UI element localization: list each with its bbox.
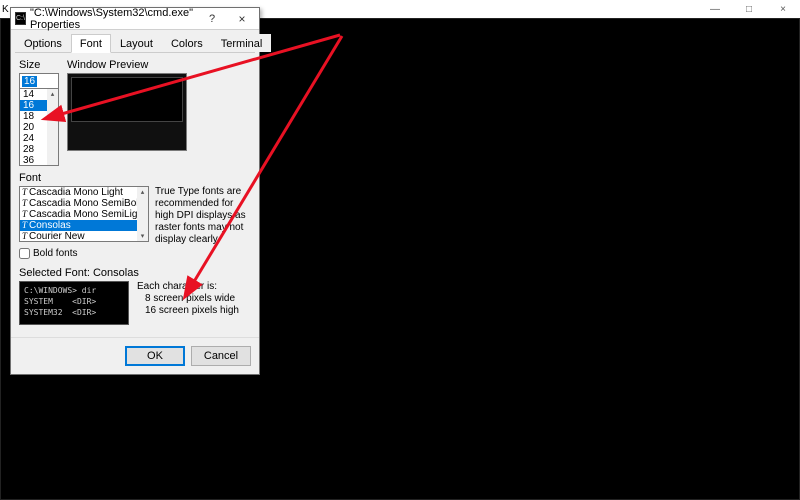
dialog-title: "C:\Windows\System32\cmd.exe" Properties (30, 7, 197, 31)
char-height: 16 screen pixels high (137, 305, 239, 317)
font-option[interactable]: TConsolas (20, 220, 148, 231)
ok-button[interactable]: OK (125, 346, 185, 366)
dialog-close-button[interactable]: × (227, 8, 257, 30)
size-combo[interactable]: 16 (19, 73, 59, 89)
tab-font[interactable]: Font (71, 34, 111, 53)
size-list[interactable]: 14 16 18 20 24 28 36 ▴ (19, 88, 59, 166)
scroll-down-icon[interactable]: ▾ (137, 231, 148, 241)
size-label: Size (19, 59, 59, 71)
scroll-up-icon[interactable]: ▴ (47, 89, 58, 99)
cmd-icon: C:\ (15, 12, 26, 25)
selected-font-label: Selected Font: Consolas (19, 267, 251, 279)
font-option[interactable]: TCascadia Mono Light (20, 187, 148, 198)
selected-font-group: Selected Font: Consolas C:\WINDOWS> dir … (19, 267, 251, 325)
preview-label: Window Preview (67, 59, 251, 71)
host-title-marker: K (2, 4, 9, 15)
close-button[interactable]: × (766, 0, 800, 18)
window-preview-inner (71, 77, 183, 122)
minimize-button[interactable]: — (698, 0, 732, 18)
truetype-icon: T (22, 231, 27, 242)
font-label: Font (19, 172, 251, 184)
truetype-icon: T (22, 209, 27, 220)
window-preview (67, 73, 187, 151)
bold-fonts-checkbox[interactable] (19, 248, 30, 259)
scroll-up-icon[interactable]: ▴ (137, 187, 148, 197)
truetype-icon: T (22, 198, 27, 209)
size-current-value: 16 (22, 76, 37, 87)
bold-fonts-label: Bold fonts (33, 248, 77, 259)
host-window-controls: — □ × (698, 0, 800, 18)
font-scrollbar[interactable]: ▴ ▾ (137, 187, 148, 241)
preview-group: Window Preview (67, 59, 251, 166)
truetype-icon: T (22, 220, 27, 231)
font-option[interactable]: TCascadia Mono SemiBold (20, 198, 148, 209)
dialog-buttons: OK Cancel (11, 337, 259, 374)
tab-layout[interactable]: Layout (111, 34, 162, 52)
char-info-header: Each character is: (137, 281, 239, 293)
size-scrollbar[interactable]: ▴ (47, 89, 58, 165)
font-group: Font TCascadia Mono Light TCascadia Mono… (19, 172, 251, 259)
char-info: Each character is: 8 screen pixels wide … (137, 281, 239, 325)
dialog-help-button[interactable]: ? (197, 8, 227, 30)
tab-colors[interactable]: Colors (162, 34, 212, 52)
tab-terminal[interactable]: Terminal (212, 34, 272, 52)
char-width: 8 screen pixels wide (137, 293, 239, 305)
font-option[interactable]: TCourier New (20, 231, 148, 242)
size-group: Size 16 14 16 18 20 24 28 36 ▴ (19, 59, 59, 166)
tab-options[interactable]: Options (15, 34, 71, 52)
font-option[interactable]: TCascadia Mono SemiLight (20, 209, 148, 220)
tab-body-font: Size 16 14 16 18 20 24 28 36 ▴ (11, 53, 259, 333)
font-description: True Type fonts are recommended for high… (155, 186, 251, 246)
font-sample-box: C:\WINDOWS> dir SYSTEM <DIR> SYSTEM32 <D… (19, 281, 129, 325)
truetype-icon: T (22, 187, 27, 198)
maximize-button[interactable]: □ (732, 0, 766, 18)
dialog-titlebar[interactable]: C:\ "C:\Windows\System32\cmd.exe" Proper… (11, 8, 259, 30)
properties-dialog: C:\ "C:\Windows\System32\cmd.exe" Proper… (10, 7, 260, 375)
bold-fonts-row[interactable]: Bold fonts (19, 248, 251, 259)
font-list[interactable]: TCascadia Mono Light TCascadia Mono Semi… (19, 186, 149, 242)
cancel-button[interactable]: Cancel (191, 346, 251, 366)
tab-bar: Options Font Layout Colors Terminal (15, 34, 255, 53)
